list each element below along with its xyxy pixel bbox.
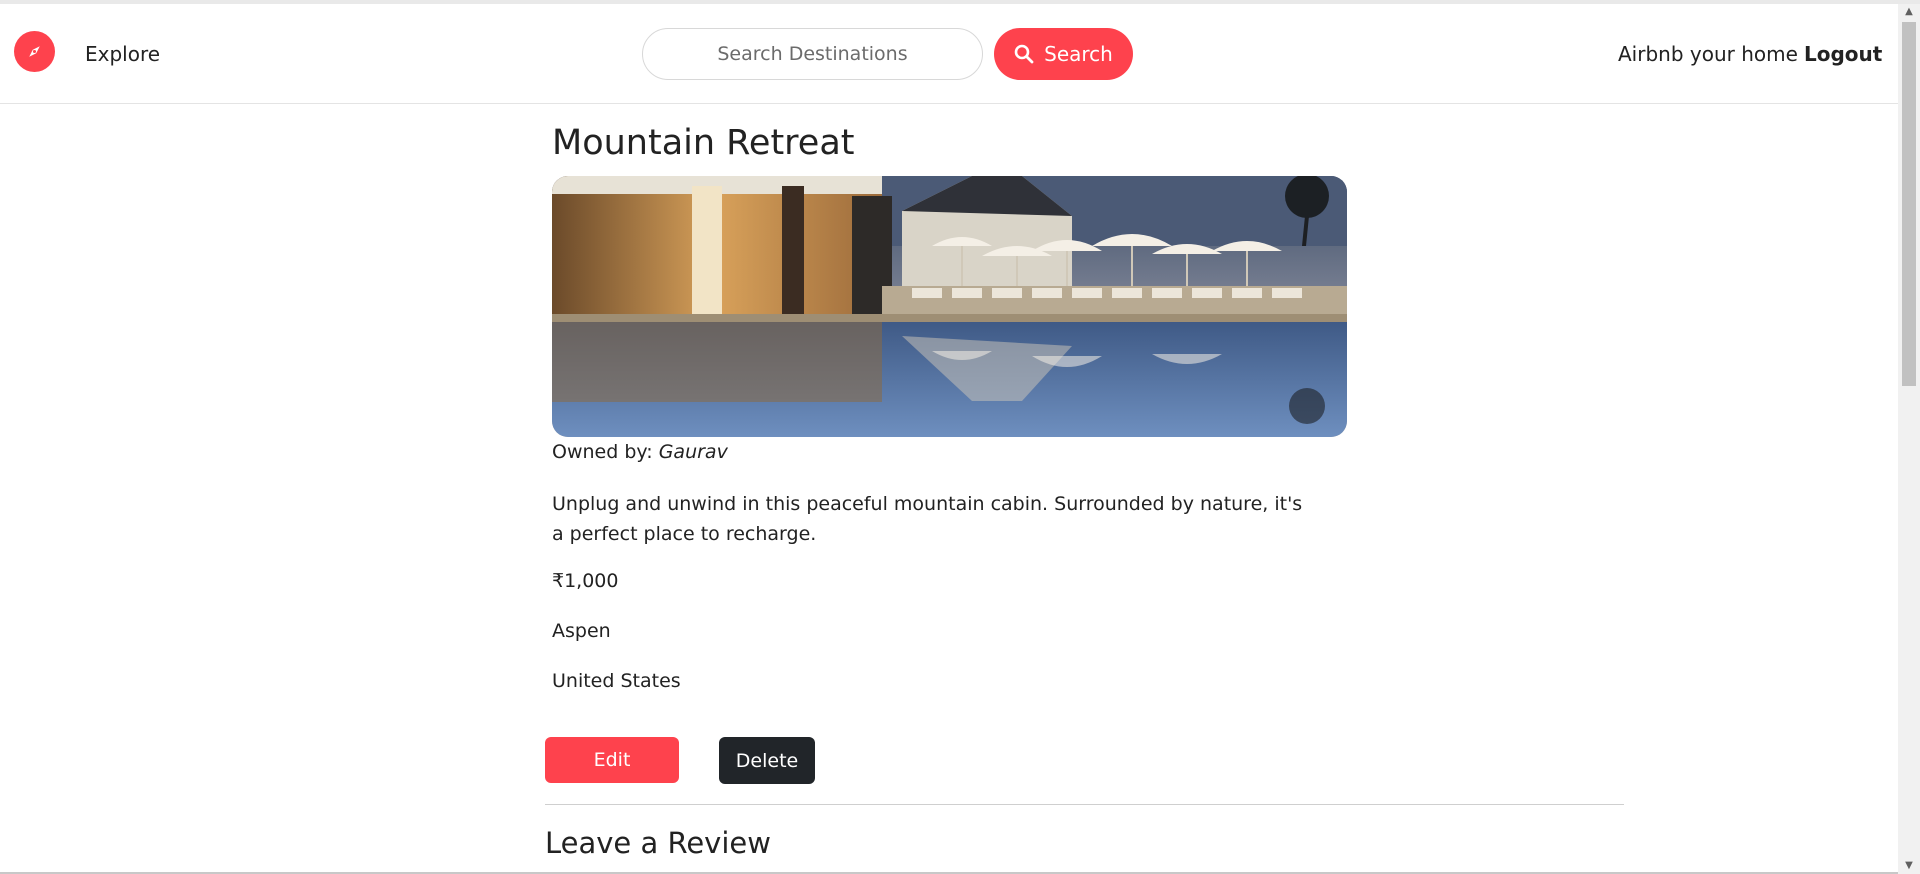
owner-name: Gaurav <box>658 441 728 463</box>
logout-link[interactable]: Logout <box>1804 42 1882 66</box>
scroll-down-arrow-icon[interactable]: ▼ <box>1898 858 1920 874</box>
logo[interactable] <box>14 31 55 72</box>
review-section-heading: Leave a Review <box>545 826 771 860</box>
compass-icon <box>29 46 40 57</box>
vertical-scrollbar[interactable]: ▲ ▼ <box>1898 4 1920 874</box>
listing-image <box>552 176 1347 437</box>
search-input[interactable] <box>642 28 983 80</box>
listing-country: United States <box>552 670 681 692</box>
listing-description: Unplug and unwind in this peaceful mount… <box>552 493 1303 545</box>
listing-price: ₹1,000 <box>552 570 619 592</box>
listing-title: Mountain Retreat <box>552 123 855 163</box>
scrollbar-thumb[interactable] <box>1902 22 1916 386</box>
airbnb-your-home-link[interactable]: Airbnb your home <box>1618 42 1798 66</box>
section-divider <box>545 804 1624 805</box>
search-button-label: Search <box>1044 42 1113 66</box>
search-button[interactable]: Search <box>994 28 1133 80</box>
navbar: Explore Search Airbnb your home Logout <box>0 4 1898 104</box>
search-icon <box>1014 44 1034 64</box>
owner-prefix: Owned by: <box>552 441 659 463</box>
nav-explore-link[interactable]: Explore <box>85 42 160 66</box>
delete-button[interactable]: Delete <box>719 737 815 784</box>
edit-button[interactable]: Edit <box>545 737 679 783</box>
owner-line: Owned by: Gaurav <box>552 441 728 463</box>
listing-location: Aspen <box>552 620 611 642</box>
scroll-up-arrow-icon[interactable]: ▲ <box>1898 4 1920 20</box>
